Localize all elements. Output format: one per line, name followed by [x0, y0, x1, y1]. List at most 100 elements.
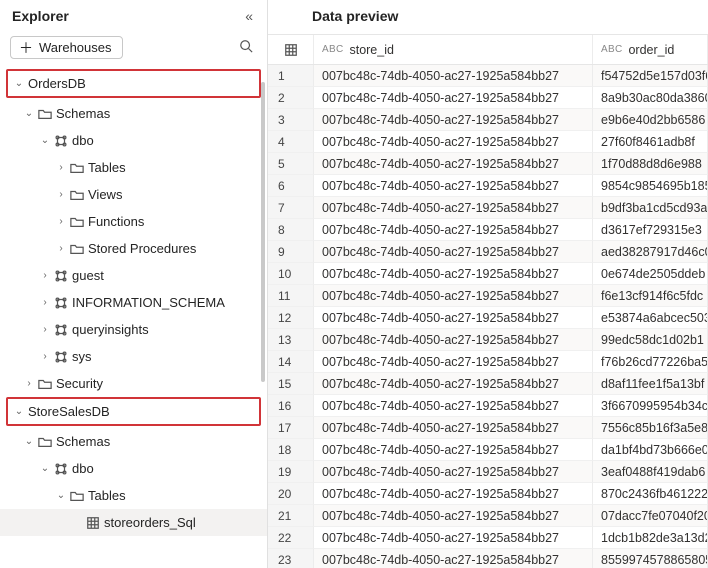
table-row[interactable]: 5007bc48c-74db-4050-ac27-1925a584bb271f7… [268, 153, 708, 175]
schema-queryinsights[interactable]: › queryinsights [0, 316, 267, 343]
folder-tables[interactable]: › Tables [0, 154, 267, 181]
cell-order-id: 3f6670995954b34c [593, 395, 708, 417]
cell-order-id: 99edc58dc1d02b1 [593, 329, 708, 351]
cell-order-id: 1f70d88d8d6e988 [593, 153, 708, 175]
cell-store-id: 007bc48c-74db-4050-ac27-1925a584bb27 [314, 153, 593, 175]
table-row[interactable]: 19007bc48c-74db-4050-ac27-1925a584bb273e… [268, 461, 708, 483]
table-row[interactable]: 15007bc48c-74db-4050-ac27-1925a584bb27d8… [268, 373, 708, 395]
search-button[interactable] [233, 36, 259, 59]
chevron-down-icon[interactable]: ⌄ [38, 135, 52, 146]
warehouses-button-label: Warehouses [39, 40, 112, 55]
chevron-down-icon[interactable]: ⌄ [22, 108, 36, 119]
row-number-header[interactable] [268, 35, 314, 64]
row-number-cell: 4 [268, 131, 314, 153]
chevron-right-icon[interactable]: › [54, 243, 68, 254]
table-item-storeorders[interactable]: › storeorders_Sql [0, 509, 267, 536]
column-label: order_id [628, 43, 674, 57]
folder-sprocs[interactable]: › Stored Procedures [0, 235, 267, 262]
scrollbar[interactable] [261, 82, 265, 382]
schema-icon [52, 323, 70, 337]
table-row[interactable]: 12007bc48c-74db-4050-ac27-1925a584bb27e5… [268, 307, 708, 329]
chevron-right-icon[interactable]: › [22, 378, 36, 389]
row-number-cell: 13 [268, 329, 314, 351]
add-warehouses-button[interactable]: ＋ Warehouses [10, 36, 123, 59]
schema-sys[interactable]: › sys [0, 343, 267, 370]
cell-store-id: 007bc48c-74db-4050-ac27-1925a584bb27 [314, 307, 593, 329]
folder-views[interactable]: › Views [0, 181, 267, 208]
row-number-cell: 10 [268, 263, 314, 285]
cell-store-id: 007bc48c-74db-4050-ac27-1925a584bb27 [314, 109, 593, 131]
table-row[interactable]: 1007bc48c-74db-4050-ac27-1925a584bb27f54… [268, 65, 708, 87]
table-row[interactable]: 2007bc48c-74db-4050-ac27-1925a584bb278a9… [268, 87, 708, 109]
table-row[interactable]: 18007bc48c-74db-4050-ac27-1925a584bb27da… [268, 439, 708, 461]
schema-information-schema[interactable]: › INFORMATION_SCHEMA [0, 289, 267, 316]
row-number-cell: 18 [268, 439, 314, 461]
row-number-cell: 21 [268, 505, 314, 527]
table-row[interactable]: 6007bc48c-74db-4050-ac27-1925a584bb27985… [268, 175, 708, 197]
db-node-ordersdb[interactable]: ⌄ OrdersDB [8, 71, 259, 96]
table-row[interactable]: 23007bc48c-74db-4050-ac27-1925a584bb2785… [268, 549, 708, 568]
data-grid: ABC store_id ABC order_id 1007bc48c-74db… [268, 34, 708, 568]
cell-order-id: e53874a6abcec503 [593, 307, 708, 329]
folder-functions[interactable]: › Functions [0, 208, 267, 235]
chevron-right-icon[interactable]: › [54, 189, 68, 200]
row-number-cell: 23 [268, 549, 314, 568]
folder-security[interactable]: › Security [0, 370, 267, 397]
cell-order-id: b9df3ba1cd5cd93a [593, 197, 708, 219]
row-number-cell: 17 [268, 417, 314, 439]
table-row[interactable]: 8007bc48c-74db-4050-ac27-1925a584bb27d36… [268, 219, 708, 241]
chevron-down-icon[interactable]: ⌄ [12, 78, 26, 89]
schemas-node[interactable]: ⌄ Schemas [0, 100, 267, 127]
column-header-order-id[interactable]: ABC order_id [593, 35, 708, 64]
data-preview-panel: Data preview ABC store_id ABC order_id [268, 0, 708, 568]
cell-store-id: 007bc48c-74db-4050-ac27-1925a584bb27 [314, 87, 593, 109]
schema-icon [52, 350, 70, 364]
table-row[interactable]: 9007bc48c-74db-4050-ac27-1925a584bb27aed… [268, 241, 708, 263]
chevron-down-icon[interactable]: ⌄ [12, 406, 26, 417]
table-row[interactable]: 10007bc48c-74db-4050-ac27-1925a584bb270e… [268, 263, 708, 285]
chevron-down-icon[interactable]: ⌄ [38, 463, 52, 474]
table-row[interactable]: 17007bc48c-74db-4050-ac27-1925a584bb2775… [268, 417, 708, 439]
cell-store-id: 007bc48c-74db-4050-ac27-1925a584bb27 [314, 395, 593, 417]
schema-dbo[interactable]: ⌄ dbo [0, 127, 267, 154]
collapse-panel-button[interactable]: « [241, 6, 257, 26]
chevron-down-icon[interactable]: ⌄ [54, 490, 68, 501]
table-row[interactable]: 20007bc48c-74db-4050-ac27-1925a584bb2787… [268, 483, 708, 505]
chevron-down-icon[interactable]: ⌄ [22, 436, 36, 447]
schema-dbo-2[interactable]: ⌄ dbo [0, 455, 267, 482]
table-row[interactable]: 21007bc48c-74db-4050-ac27-1925a584bb2707… [268, 505, 708, 527]
row-number-cell: 15 [268, 373, 314, 395]
chevron-right-icon[interactable]: › [54, 216, 68, 227]
table-row[interactable]: 13007bc48c-74db-4050-ac27-1925a584bb2799… [268, 329, 708, 351]
db-node-storesalesdb[interactable]: ⌄ StoreSalesDB [8, 399, 259, 424]
table-row[interactable]: 7007bc48c-74db-4050-ac27-1925a584bb27b9d… [268, 197, 708, 219]
table-row[interactable]: 3007bc48c-74db-4050-ac27-1925a584bb27e9b… [268, 109, 708, 131]
table-row[interactable]: 11007bc48c-74db-4050-ac27-1925a584bb27f6… [268, 285, 708, 307]
table-row[interactable]: 14007bc48c-74db-4050-ac27-1925a584bb27f7… [268, 351, 708, 373]
chevron-right-icon[interactable]: › [38, 270, 52, 281]
column-header-store-id[interactable]: ABC store_id [314, 35, 593, 64]
folder-icon [36, 435, 54, 449]
schema-guest[interactable]: › guest [0, 262, 267, 289]
explorer-tree[interactable]: ⌄ OrdersDB ⌄ Schemas ⌄ dbo [0, 69, 267, 568]
table-row[interactable]: 22007bc48c-74db-4050-ac27-1925a584bb271d… [268, 527, 708, 549]
schemas-node-2[interactable]: ⌄ Schemas [0, 428, 267, 455]
schema-icon [52, 134, 70, 148]
table-row[interactable]: 16007bc48c-74db-4050-ac27-1925a584bb273f… [268, 395, 708, 417]
cell-store-id: 007bc48c-74db-4050-ac27-1925a584bb27 [314, 417, 593, 439]
chevron-right-icon[interactable]: › [38, 351, 52, 362]
cell-order-id: 3eaf0488f419dab6 [593, 461, 708, 483]
chevron-right-icon[interactable]: › [38, 324, 52, 335]
table-row[interactable]: 4007bc48c-74db-4050-ac27-1925a584bb2727f… [268, 131, 708, 153]
cell-order-id: f54752d5e157d03f6 [593, 65, 708, 87]
explorer-title: Explorer [12, 8, 69, 24]
folder-icon [68, 188, 86, 202]
folder-tables-2[interactable]: ⌄ Tables [0, 482, 267, 509]
row-number-cell: 6 [268, 175, 314, 197]
cell-store-id: 007bc48c-74db-4050-ac27-1925a584bb27 [314, 65, 593, 87]
folder-icon [68, 242, 86, 256]
chevron-right-icon[interactable]: › [38, 297, 52, 308]
row-number-cell: 20 [268, 483, 314, 505]
chevron-right-icon[interactable]: › [54, 162, 68, 173]
grid-body[interactable]: 1007bc48c-74db-4050-ac27-1925a584bb27f54… [268, 65, 708, 568]
